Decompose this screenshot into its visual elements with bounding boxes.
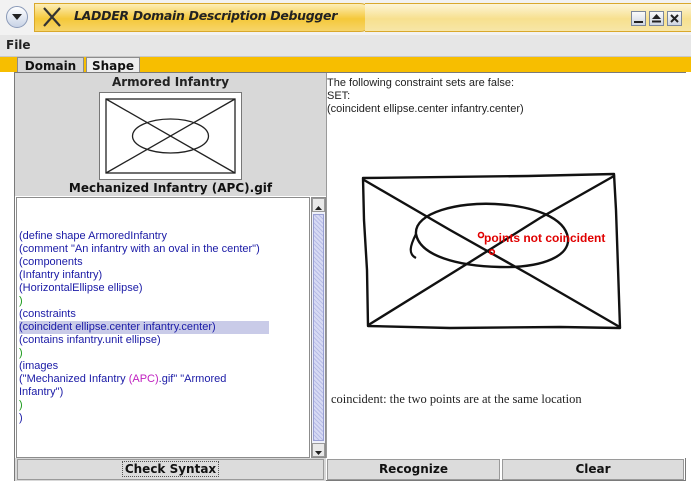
code-line: (comment "An infantry with an oval in th… [19, 243, 260, 255]
clear-button[interactable]: Clear [502, 459, 684, 480]
check-syntax-button[interactable]: Check Syntax [17, 459, 324, 480]
window-title: LADDER Domain Description Debugger [74, 8, 338, 23]
shape-definition-editor[interactable]: (define shape ArmoredInfantry (comment "… [16, 197, 310, 458]
check-syntax-label: Check Syntax [121, 461, 220, 477]
code-line: ) [19, 347, 23, 359]
code-line: ("Mechanized Infantry (APC).gif" "Armore… [19, 373, 227, 385]
code-line: (define shape ArmoredInfantry [19, 230, 167, 242]
sketch-canvas[interactable]: points not coincident [330, 150, 670, 350]
code-line-highlighted: (coincident ellipse.center infantry.cent… [19, 321, 269, 334]
minimize-button[interactable] [631, 11, 646, 26]
code-line: (components [19, 256, 83, 268]
scroll-down-button[interactable] [312, 443, 325, 457]
app-window: LADDER Domain Description Debugger File … [0, 0, 691, 493]
code-scrollbar[interactable] [311, 197, 326, 458]
code-line: (contains infantry.unit ellipse) [19, 334, 161, 346]
armored-infantry-symbol-icon [105, 98, 236, 174]
not-coincident-annotation: points not coincident [484, 231, 605, 245]
image-file-label: Mechanized Infantry (APC).gif [68, 181, 273, 195]
recognize-button[interactable]: Recognize [327, 459, 500, 480]
maximize-button[interactable] [649, 11, 664, 26]
code-line: Infantry") [19, 386, 64, 398]
code-line: (images [19, 360, 59, 372]
tab-domain[interactable]: Domain [17, 57, 84, 73]
code-line: ) [19, 295, 23, 307]
menu-bar: File [0, 35, 691, 57]
code-line: ) [19, 412, 23, 424]
window-menu-button[interactable] [6, 6, 28, 28]
sketch-stroke [409, 233, 417, 259]
constraint-set-label: SET: [327, 90, 351, 102]
false-constraint: (coincident ellipse.center infantry.cent… [327, 103, 524, 115]
ellipse-center-marker [488, 248, 496, 256]
rectangle-center-marker [477, 231, 485, 239]
scroll-up-button[interactable] [312, 198, 325, 212]
minimize-icon [634, 21, 643, 23]
code-line: ) [19, 399, 23, 411]
tab-shape[interactable]: Shape [86, 57, 140, 73]
close-icon [670, 14, 679, 23]
close-button[interactable] [667, 11, 682, 26]
title-bar: LADDER Domain Description Debugger [0, 0, 691, 35]
shape-name: Armored Infantry [111, 75, 230, 89]
x-logo-icon [43, 7, 61, 27]
scroll-thumb[interactable] [313, 214, 324, 441]
code-line: (constraints [19, 308, 76, 320]
code-line: (Infantry infantry) [19, 269, 103, 281]
constraint-description: coincident: the two points are at the sa… [331, 392, 582, 406]
menu-file[interactable]: File [6, 38, 31, 52]
maximize-icon [652, 14, 661, 23]
constraint-report-header: The following constraint sets are false: [327, 77, 515, 89]
shape-image [99, 92, 242, 180]
arrow-up-icon [315, 206, 322, 210]
code-line: (HorizontalEllipse ellipse) [19, 282, 143, 294]
